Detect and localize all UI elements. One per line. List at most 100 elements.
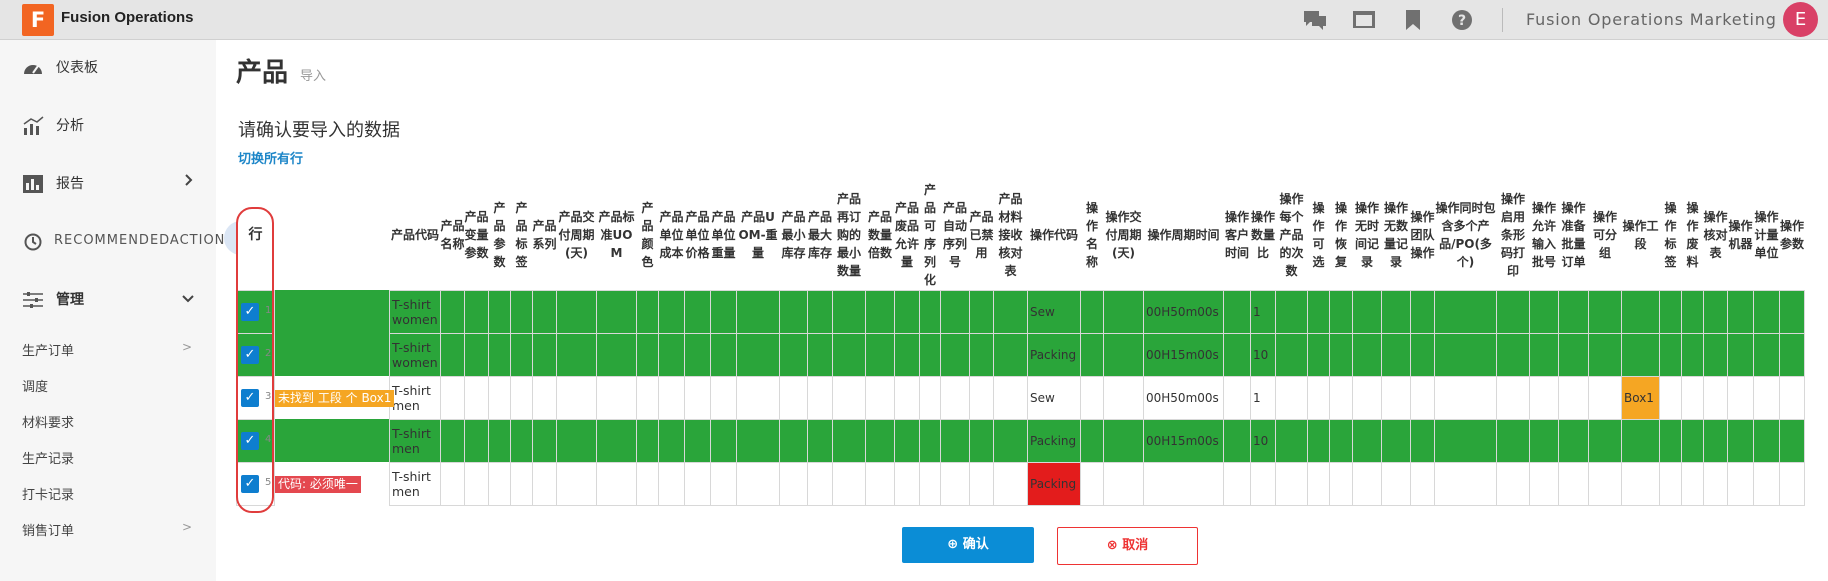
table-cell — [807, 332, 833, 377]
divider — [1502, 8, 1503, 32]
chevron-down-icon — [182, 295, 194, 303]
table-cell — [779, 418, 808, 463]
table-cell — [556, 332, 597, 377]
chat-icon[interactable] — [1303, 9, 1327, 31]
sidebar: 仪表板 分析 报告 RECOMMENDEDACTIONS 管理 生产订单 > 调… — [0, 40, 234, 581]
window-icon[interactable] — [1352, 9, 1376, 31]
sidebar-item-label: 仪表板 — [56, 60, 98, 76]
table-cell — [736, 289, 780, 334]
organization-name[interactable]: Fusion Operations Marketing — [1526, 10, 1777, 29]
table-cell — [636, 461, 659, 506]
table-cell — [832, 418, 866, 463]
table-cell — [736, 375, 780, 420]
table-row[interactable]: ✓ 5 代码: 必须唯一 T-shirt men Packing — [236, 461, 1805, 506]
sidebar-item-dashboard[interactable]: 仪表板 — [0, 48, 216, 88]
sidebar-item-label: 管理 — [56, 292, 84, 308]
quantity-ratio-cell: 10 — [1250, 418, 1276, 463]
column-header: 操作可选 — [1307, 180, 1330, 290]
sidebar-subitem-production-records[interactable]: 生产记录 — [22, 448, 74, 467]
column-header: 产品系列 — [532, 180, 557, 290]
table-cell — [1381, 461, 1411, 506]
column-header: 产品最小库存 — [779, 180, 808, 290]
table-row[interactable]: ✓ 4 T-shirt men Packing 00H15m00s 10 — [236, 418, 1805, 463]
column-header: 操作名称 — [1080, 180, 1104, 290]
table-cell — [1103, 332, 1144, 377]
table-cell — [1681, 418, 1704, 463]
stage-cell — [1621, 332, 1660, 377]
table-cell — [865, 461, 895, 506]
table-cell — [532, 289, 557, 334]
table-cell — [1410, 418, 1435, 463]
table-cell — [1352, 461, 1382, 506]
table-cell — [894, 375, 920, 420]
column-header: 操作同时包含多个产品/PO(多个) — [1434, 180, 1497, 290]
table-cell — [658, 418, 685, 463]
sidebar-subitem-production-orders[interactable]: 生产订单 — [22, 340, 74, 359]
table-cell — [940, 289, 970, 334]
row-error-badge: 未找到 工段 个 Box1 — [275, 390, 395, 407]
table-row[interactable]: ✓ 2 T-shirt women Packing 00H15m00s 10 — [236, 332, 1805, 377]
sidebar-subitem-scheduling[interactable]: 调度 — [22, 376, 48, 395]
table-cell — [1434, 418, 1497, 463]
table-cell — [488, 289, 511, 334]
table-cell — [1080, 289, 1104, 334]
sidebar-item-management[interactable]: 管理 — [0, 280, 216, 320]
table-cell — [940, 418, 970, 463]
table-cell — [658, 375, 685, 420]
table-row[interactable]: ✓ 1 T-shirt women Sew 00H50m00s 1 — [236, 289, 1805, 334]
table-cell — [736, 418, 780, 463]
column-header: 操作启用条形码打印 — [1496, 180, 1530, 290]
table-cell — [510, 375, 533, 420]
help-icon[interactable]: ? — [1450, 9, 1474, 31]
table-cell — [1703, 418, 1728, 463]
confirm-button[interactable]: ⊕ 确认 — [902, 527, 1034, 563]
sidebar-subitem-clock-records[interactable]: 打卡记录 — [22, 484, 74, 503]
sidebar-item-reports[interactable]: 报告 — [0, 164, 216, 204]
sidebar-item-analytics[interactable]: 分析 — [0, 106, 216, 146]
table-cell — [274, 290, 390, 333]
table-cell — [940, 461, 970, 506]
table-cell — [940, 332, 970, 377]
table-row[interactable]: ✓ 3 未找到 工段 个 Box1 T-shirt men Sew 00H50m00s 1 B… — [236, 375, 1805, 420]
product-code-cell: T-shirt men — [389, 418, 441, 463]
sidebar-subitem-material-requirements[interactable]: 材料要求 — [22, 412, 74, 431]
sidebar-item-recommended-actions[interactable]: RECOMMENDEDACTIONS — [0, 222, 234, 262]
table-cell — [736, 461, 780, 506]
avatar[interactable]: E — [1783, 2, 1818, 37]
table-cell — [1080, 418, 1104, 463]
table-cell — [684, 418, 711, 463]
table-cell — [1529, 461, 1559, 506]
table-cell — [1703, 375, 1728, 420]
toggle-all-rows-link[interactable]: 切换所有行 — [238, 148, 303, 167]
sidebar-subitem-sales-orders[interactable]: 销售订单 — [22, 520, 74, 539]
cycle-time-cell: 00H50m00s — [1143, 375, 1224, 420]
table-cell — [919, 461, 941, 506]
table-cell — [1434, 332, 1497, 377]
table-cell — [1352, 289, 1382, 334]
column-header: 产品材料接收核对表 — [993, 180, 1028, 290]
bookmark-icon[interactable] — [1401, 9, 1425, 31]
cancel-button[interactable]: ⊗ 取消 — [1057, 527, 1198, 565]
table-cell — [1103, 418, 1144, 463]
table-cell — [1659, 289, 1682, 334]
table-cell — [1381, 332, 1411, 377]
table-cell — [684, 461, 711, 506]
table-cell — [865, 375, 895, 420]
table-cell — [488, 332, 511, 377]
app-name: Fusion Operations — [61, 9, 194, 26]
column-header: 产品已禁用 — [969, 180, 994, 290]
app-logo[interactable]: F — [22, 4, 54, 36]
stage-cell — [1621, 418, 1660, 463]
table-cell — [510, 461, 533, 506]
cycle-time-cell — [1143, 461, 1224, 506]
table-cell — [1275, 461, 1308, 506]
table-cell — [1496, 332, 1530, 377]
table-cell — [1496, 289, 1530, 334]
table-cell — [1727, 332, 1754, 377]
table-cell — [658, 289, 685, 334]
table-cell — [1727, 375, 1754, 420]
column-header: 产品标签 — [510, 180, 533, 290]
column-header: 产品代码 — [389, 180, 441, 290]
table-cell — [556, 289, 597, 334]
column-header: 操作无时间记录 — [1352, 180, 1382, 290]
